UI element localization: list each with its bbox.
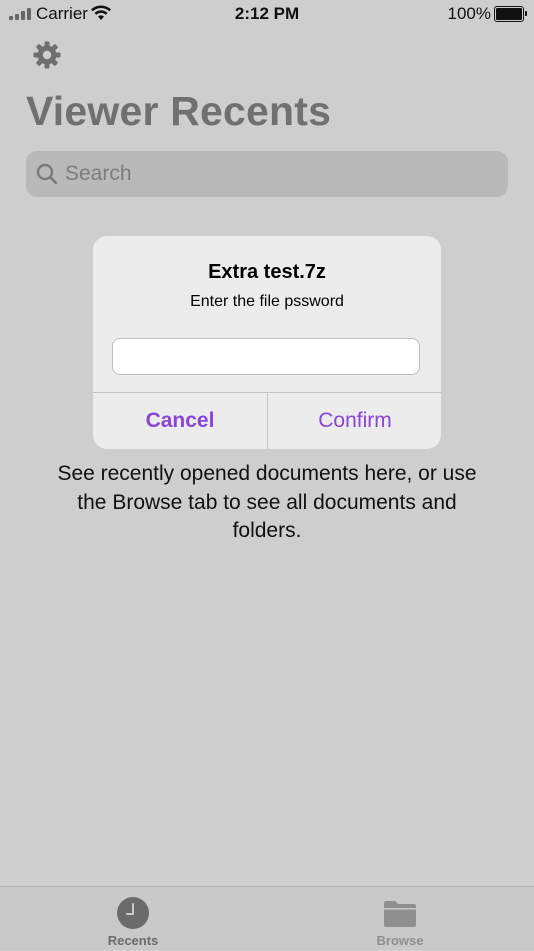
search-field[interactable]: Search	[26, 151, 508, 197]
page-title: Viewer Recents	[26, 88, 332, 134]
tab-browse[interactable]: Browse	[330, 887, 470, 951]
gear-icon[interactable]	[32, 40, 62, 70]
password-input[interactable]	[112, 338, 420, 375]
tab-bar: Recents Browse	[0, 886, 534, 950]
password-alert-dialog: Extra test.7z Enter the file pssword Can…	[93, 236, 441, 449]
clock-icon	[117, 897, 149, 929]
search-placeholder: Search	[65, 162, 132, 185]
cancel-button[interactable]: Cancel	[93, 393, 267, 449]
battery-percentage: 100%	[447, 4, 491, 23]
tab-browse-label: Browse	[376, 933, 424, 948]
battery-icon	[494, 6, 527, 22]
status-bar: Carrier 2:12 PM 100%	[0, 0, 534, 28]
search-icon	[36, 163, 58, 185]
tab-recents-label: Recents	[107, 933, 159, 948]
alert-title: Extra test.7z	[208, 261, 326, 283]
tab-recents[interactable]: Recents	[63, 887, 203, 951]
confirm-button[interactable]: Confirm	[268, 393, 441, 449]
alert-message: Enter the file pssword	[190, 293, 344, 310]
recents-screen: Carrier 2:12 PM 100% Viewer Recents Sear…	[0, 0, 534, 950]
folder-icon	[384, 901, 416, 927]
empty-state-message: See recently opened documents here, or u…	[57, 462, 477, 542]
